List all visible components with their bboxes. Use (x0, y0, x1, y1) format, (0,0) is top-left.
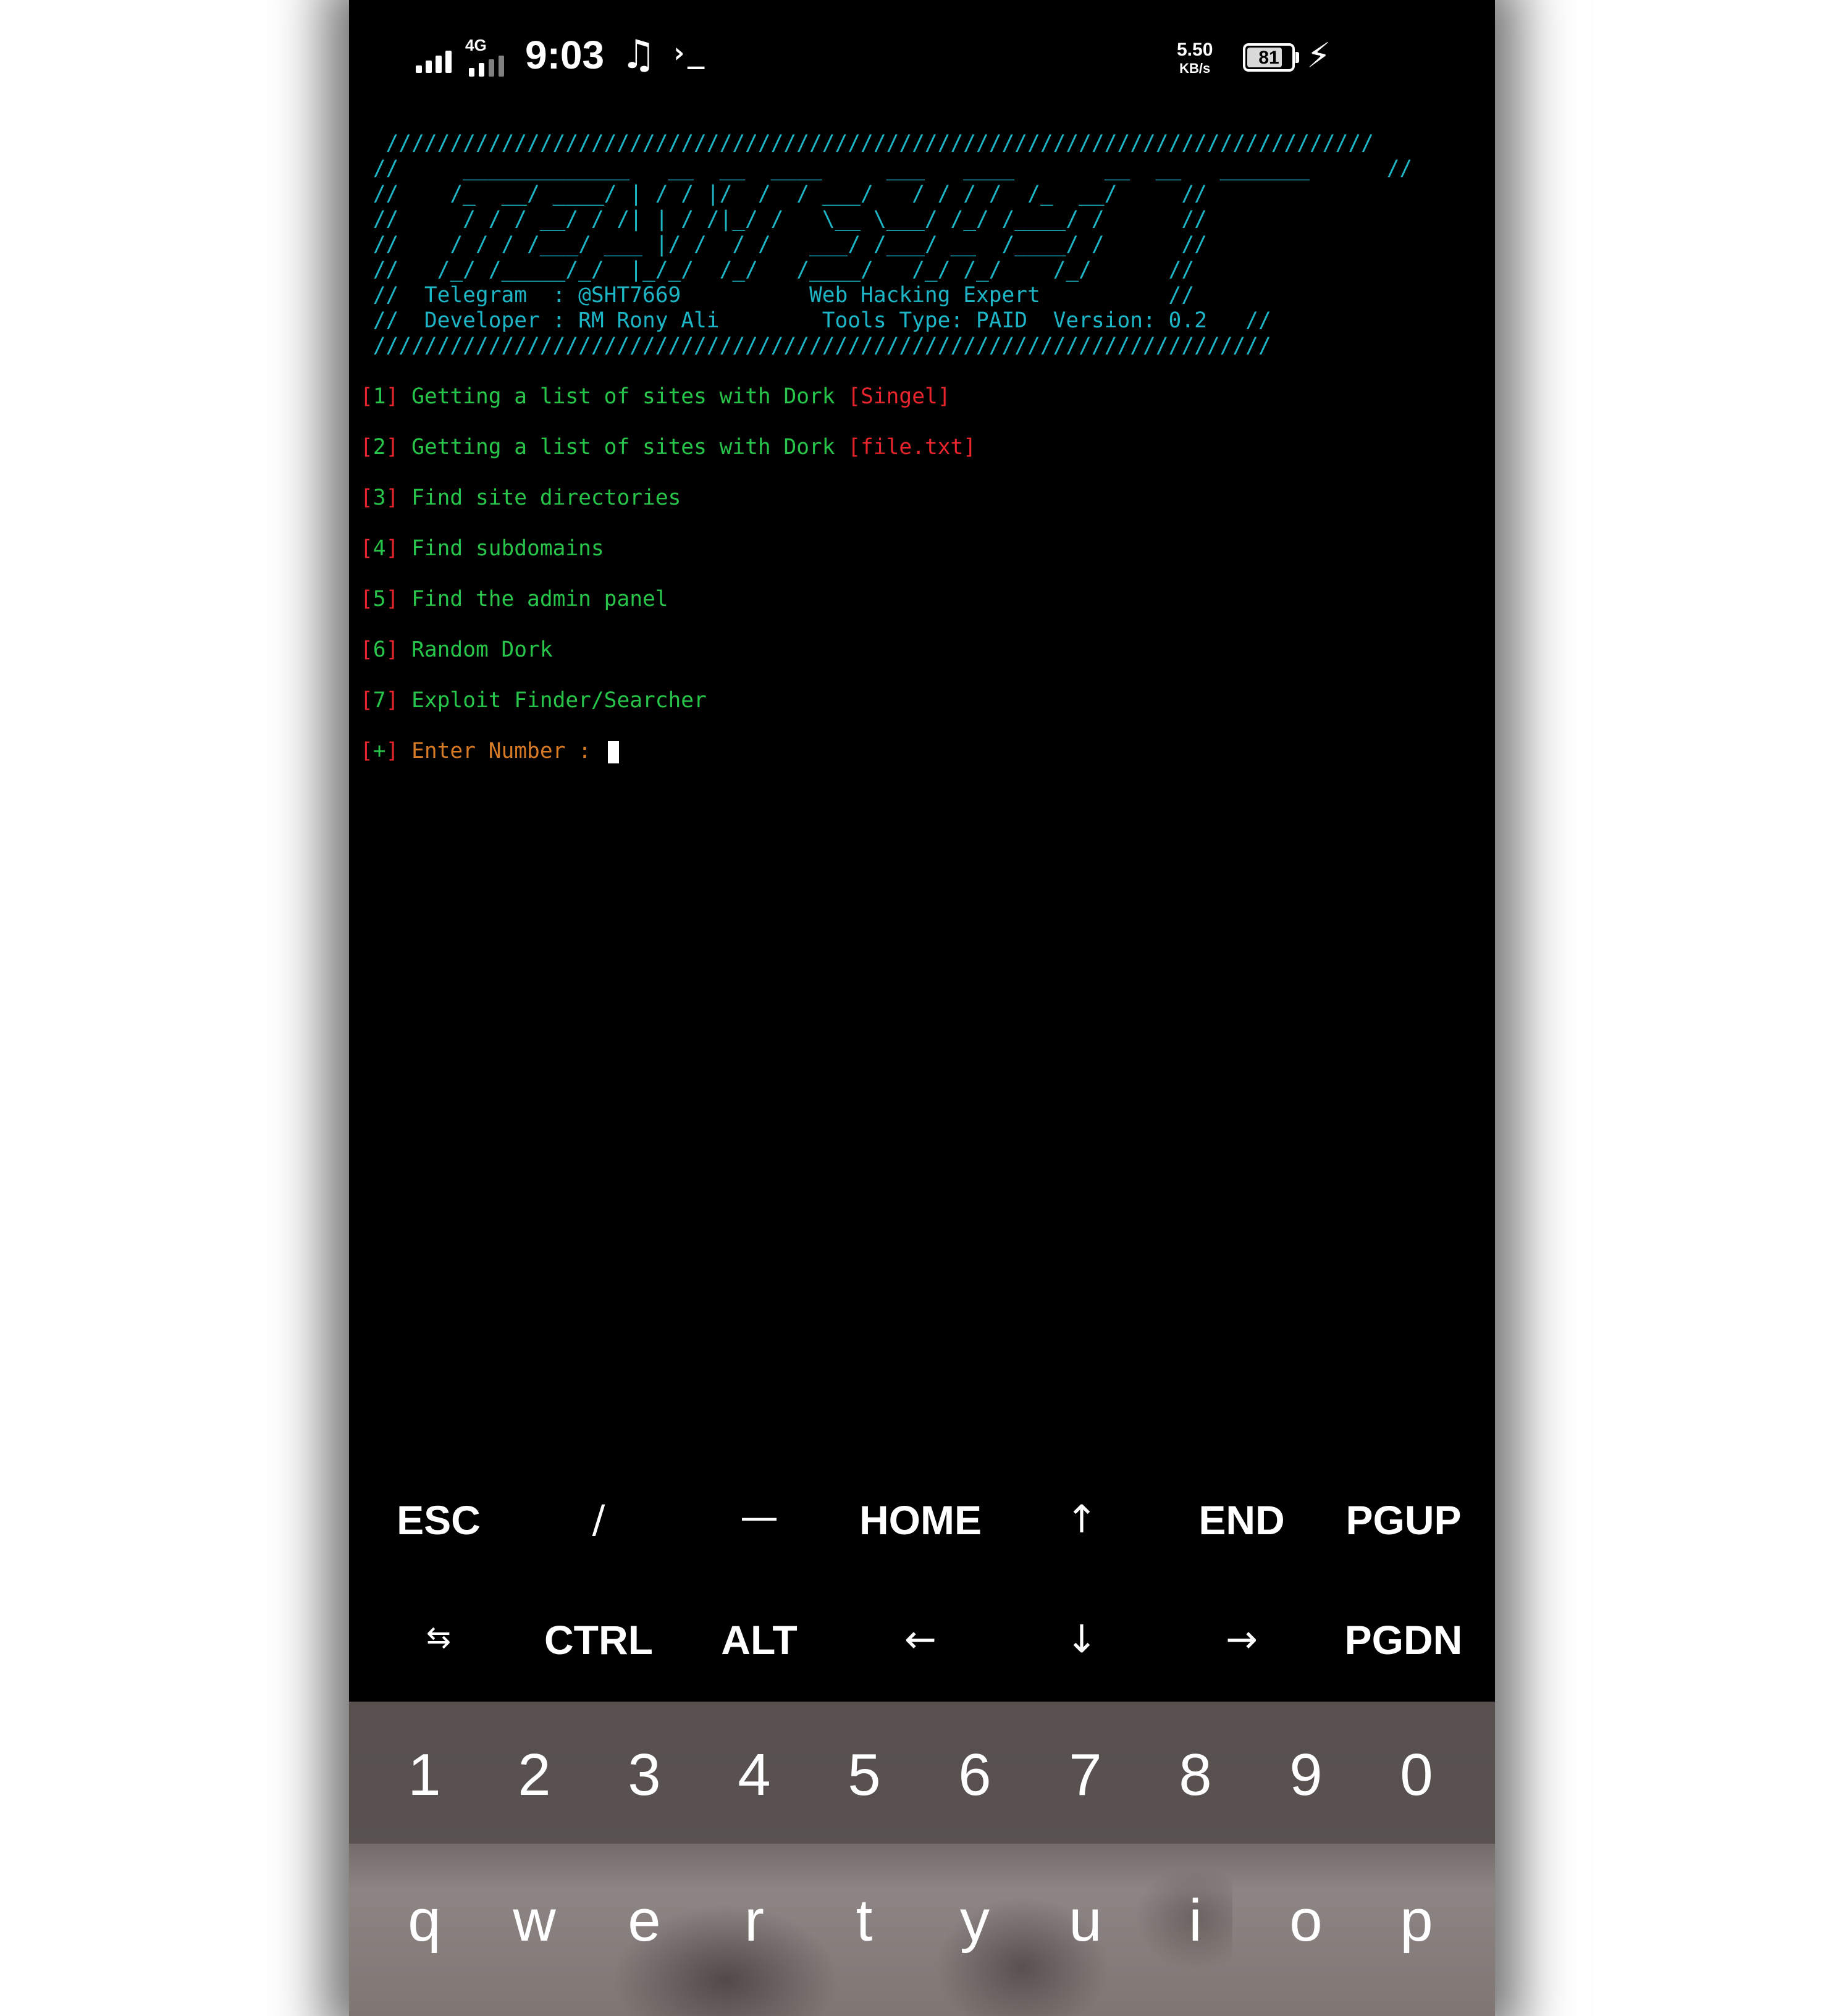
key-down-arrow[interactable]: ↓ (1066, 1616, 1098, 1661)
network-type-label: 4G (465, 36, 487, 54)
menu-item: [3] Find site directories (360, 485, 681, 510)
banner-line: // /_ __/ ____/ | / / |/ / / ___/ / / / … (360, 182, 1207, 206)
key-digit-8[interactable]: 8 (1179, 1741, 1211, 1809)
key-tab[interactable]: ⇆ (426, 1620, 451, 1655)
key-pgup[interactable]: PGUP (1345, 1497, 1461, 1544)
key-home[interactable]: HOME (859, 1497, 982, 1544)
extra-keys-bar: ESC / — HOME ↑ END PGUP ⇆ CTRL ALT ← ↓ →… (349, 1461, 1495, 1702)
soft-keyboard: 1 2 3 4 5 6 7 8 9 0 q w e r t y u i o p (349, 1702, 1495, 2016)
text-cursor (607, 741, 619, 763)
key-end[interactable]: END (1198, 1497, 1284, 1544)
key-letter-o[interactable]: o (1289, 1887, 1322, 1955)
key-slash[interactable]: / (592, 1497, 605, 1542)
key-digit-3[interactable]: 3 (628, 1741, 660, 1809)
menu-item-text: Random Dork (411, 637, 553, 662)
clock: 9:03 (525, 33, 605, 77)
terminal-output[interactable]: ////////////////////////////////////////… (360, 131, 1412, 764)
menu-item-text: Find the admin panel (411, 587, 668, 611)
battery-icon: 81 (1243, 43, 1295, 72)
mobile-data-icon: 4G (465, 36, 520, 77)
banner-line: ////////////////////////////////////////… (360, 334, 1271, 358)
signal-strength-icon (416, 48, 454, 73)
banner-line: ////////////////////////////////////////… (360, 131, 1374, 156)
terminal-prompt-icon: ›_ (670, 36, 705, 69)
menu-item-tag: [Singel] (848, 384, 951, 409)
bolt-icon: ⚡ (1307, 36, 1331, 76)
menu-item-text: Getting a list of sites with Dork (411, 384, 835, 409)
key-letter-q[interactable]: q (408, 1887, 440, 1955)
menu-item: [1] Getting a list of sites with Dork [S… (360, 384, 951, 409)
key-letter-e[interactable]: e (628, 1887, 660, 1955)
banner-line: // _____________ __ __ ____ ___ ____ __ … (360, 156, 1413, 181)
status-bar: 4G 9:03 ♫ ›_ 5.50 KB/s 81 ⚡ (349, 0, 1495, 117)
key-digit-0[interactable]: 0 (1400, 1741, 1433, 1809)
battery-tip (1295, 52, 1299, 63)
key-digit-4[interactable]: 4 (738, 1741, 770, 1809)
key-up-arrow[interactable]: ↑ (1066, 1497, 1098, 1542)
key-letter-r[interactable]: r (744, 1887, 764, 1955)
key-letter-p[interactable]: p (1400, 1887, 1433, 1955)
key-letter-i[interactable]: i (1189, 1887, 1202, 1955)
key-alt[interactable]: ALT (721, 1616, 797, 1663)
network-speed: 5.50 KB/s (1177, 40, 1213, 77)
menu-item: [7] Exploit Finder/Searcher (360, 688, 707, 713)
banner-line: // / / / /___/ ___ |/ / / / ___/ /___/ _… (360, 232, 1207, 257)
banner-developer: // Developer : RM Rony Ali Tools Type: P… (360, 308, 1271, 333)
menu-item-text: Find subdomains (411, 536, 604, 561)
menu-item: [5] Find the admin panel (360, 587, 668, 611)
key-right-arrow[interactable]: → (1226, 1616, 1258, 1661)
key-dash[interactable]: — (740, 1494, 778, 1539)
key-pgdn[interactable]: PGDN (1345, 1616, 1463, 1663)
banner-line: // /_/ /_____/_/ |_/_/ /_/ /____/ /_/ /_… (360, 258, 1195, 282)
banner-telegram: // Telegram : @SHT7669 Web Hacking Exper… (360, 283, 1195, 308)
input-prompt[interactable]: [+] Enter Number : (360, 739, 1412, 764)
key-letter-y[interactable]: y (960, 1887, 990, 1955)
key-esc[interactable]: ESC (397, 1497, 481, 1544)
phone-screen: 4G 9:03 ♫ ›_ 5.50 KB/s 81 ⚡ ////////////… (349, 0, 1495, 2016)
key-digit-6[interactable]: 6 (958, 1741, 991, 1809)
network-speed-value: 5.50 (1177, 40, 1213, 60)
menu-item: [4] Find subdomains (360, 536, 604, 561)
key-letter-t[interactable]: t (856, 1887, 873, 1955)
music-note-icon: ♫ (621, 32, 657, 78)
key-digit-9[interactable]: 9 (1289, 1741, 1322, 1809)
menu-item: [6] Random Dork (360, 637, 553, 662)
battery-level: 81 (1258, 48, 1279, 68)
banner-line: // / / / __/ / /| | / /|_/ / \__ \___/ /… (360, 207, 1207, 232)
menu-item: [2] Getting a list of sites with Dork [f… (360, 435, 977, 460)
banner: ////////////////////////////////////////… (360, 131, 1412, 359)
key-left-arrow[interactable]: ← (904, 1616, 937, 1661)
key-ctrl[interactable]: CTRL (544, 1616, 653, 1663)
key-letter-u[interactable]: u (1069, 1887, 1101, 1955)
network-speed-unit: KB/s (1179, 61, 1211, 76)
key-digit-1[interactable]: 1 (408, 1741, 440, 1809)
key-digit-7[interactable]: 7 (1069, 1741, 1101, 1809)
menu-item-tag: [file.txt] (848, 435, 977, 460)
key-letter-w[interactable]: w (513, 1887, 555, 1955)
menu-item-text: Find site directories (411, 485, 681, 510)
menu-item-text: Exploit Finder/Searcher (411, 688, 707, 713)
key-digit-2[interactable]: 2 (518, 1741, 550, 1809)
prompt-text: Enter Number : (411, 739, 604, 763)
menu-item-text: Getting a list of sites with Dork (411, 435, 835, 460)
key-digit-5[interactable]: 5 (848, 1741, 880, 1809)
